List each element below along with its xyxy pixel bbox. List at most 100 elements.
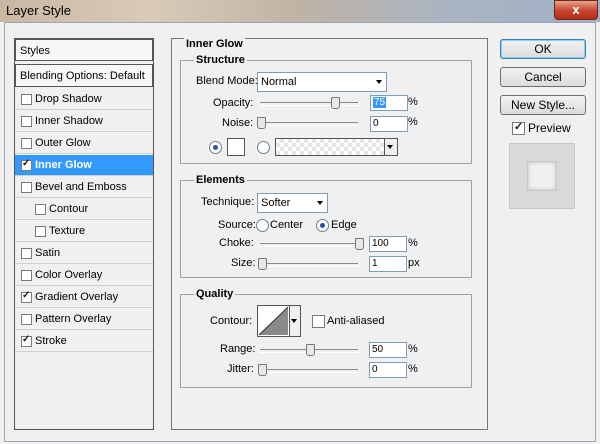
- noise-unit: %: [408, 116, 418, 128]
- style-item-satin[interactable]: Satin: [15, 243, 153, 264]
- quality-group: [180, 294, 472, 388]
- source-edge-label[interactable]: Edge: [331, 219, 357, 231]
- jitter-slider-track[interactable]: [260, 369, 358, 373]
- chevron-down-icon: [291, 319, 297, 323]
- range-slider-thumb[interactable]: [306, 344, 315, 356]
- noise-slider-track[interactable]: [260, 122, 358, 126]
- contour-picker[interactable]: [257, 305, 290, 337]
- cancel-button[interactable]: Cancel: [500, 67, 586, 87]
- blend-mode-select[interactable]: Normal: [257, 72, 387, 92]
- style-checkbox[interactable]: [21, 248, 32, 259]
- style-item-pattern-overlay[interactable]: Pattern Overlay: [15, 309, 153, 330]
- style-checkbox[interactable]: [21, 138, 32, 149]
- source-edge-radio[interactable]: [316, 219, 329, 232]
- style-item-color-overlay[interactable]: Color Overlay: [15, 265, 153, 286]
- opacity-slider-thumb[interactable]: [331, 97, 340, 109]
- styles-header-label: Styles: [20, 45, 50, 57]
- gradient-dropdown[interactable]: [384, 138, 398, 156]
- style-checkbox[interactable]: [21, 290, 32, 303]
- style-item-drop-shadow[interactable]: Drop Shadow: [15, 89, 153, 110]
- layer-style-dialog: Layer Style x Styles Blending Options: D…: [0, 0, 600, 444]
- size-slider-track[interactable]: [260, 263, 358, 267]
- structure-title: Structure: [194, 54, 247, 66]
- style-item-bevel-and-emboss[interactable]: Bevel and Emboss: [15, 177, 153, 198]
- jitter-input[interactable]: 0: [369, 362, 407, 378]
- chevron-down-icon: [376, 80, 382, 84]
- checkmark-icon: ✓: [514, 121, 524, 133]
- source-center-radio[interactable]: [256, 219, 269, 232]
- style-item-outer-glow[interactable]: Outer Glow: [15, 133, 153, 154]
- choke-unit: %: [408, 237, 418, 249]
- glow-color-swatch[interactable]: [227, 138, 245, 156]
- size-input[interactable]: 1: [369, 256, 407, 272]
- source-center-label[interactable]: Center: [270, 219, 303, 231]
- choke-slider-track[interactable]: [260, 243, 358, 247]
- style-item-inner-glow[interactable]: Inner Glow: [15, 155, 153, 176]
- blending-options-item[interactable]: Blending Options: Default: [15, 64, 153, 87]
- source-label: Source:: [218, 219, 256, 231]
- style-item-gradient-overlay[interactable]: Gradient Overlay: [15, 287, 153, 308]
- style-item-label: Texture: [49, 225, 86, 237]
- close-button[interactable]: x: [554, 0, 598, 20]
- noise-input[interactable]: 0: [370, 116, 408, 132]
- styles-list: Styles Blending Options: Default Drop Sh…: [14, 38, 154, 430]
- style-item-label: Pattern Overlay: [35, 313, 112, 325]
- jitter-label: Jitter:: [227, 363, 254, 375]
- style-item-inner-shadow[interactable]: Inner Shadow: [15, 111, 153, 132]
- size-label: Size:: [231, 257, 256, 269]
- opacity-input[interactable]: 75: [370, 95, 408, 111]
- style-item-label: Color Overlay: [35, 269, 103, 281]
- solid-color-radio[interactable]: [209, 141, 222, 154]
- preview-checkbox[interactable]: ✓: [512, 121, 525, 135]
- noise-label: Noise:: [222, 117, 254, 129]
- chevron-down-icon: [387, 145, 393, 149]
- choke-input[interactable]: 100: [369, 236, 407, 252]
- style-checkbox[interactable]: [21, 182, 32, 193]
- size-slider-thumb[interactable]: [258, 258, 267, 270]
- technique-select[interactable]: Softer: [257, 193, 328, 213]
- jitter-slider-thumb[interactable]: [258, 364, 267, 376]
- title-bar[interactable]: Layer Style x: [0, 0, 600, 22]
- style-item-label: Bevel and Emboss: [35, 181, 127, 193]
- style-checkbox[interactable]: [21, 270, 32, 281]
- new-style-button[interactable]: New Style...: [500, 95, 586, 115]
- gradient-swatch[interactable]: [275, 138, 385, 156]
- style-checkbox[interactable]: [21, 116, 32, 127]
- ok-button[interactable]: OK: [500, 39, 586, 59]
- style-checkbox[interactable]: [35, 226, 46, 237]
- preview-swatch: [527, 161, 557, 191]
- style-item-label: Outer Glow: [35, 137, 91, 149]
- quality-title: Quality: [194, 288, 236, 300]
- opacity-unit: %: [408, 96, 418, 108]
- contour-dropdown[interactable]: [289, 305, 301, 337]
- jitter-unit: %: [408, 363, 418, 375]
- style-preview-thumbnail: [509, 143, 575, 209]
- style-checkbox[interactable]: [21, 158, 32, 171]
- blend-mode-value: Normal: [261, 76, 297, 88]
- style-item-contour[interactable]: Contour: [15, 199, 153, 220]
- opacity-value: 75: [373, 97, 387, 108]
- style-checkbox[interactable]: [21, 94, 32, 105]
- linear-contour-icon: [258, 306, 289, 336]
- style-item-texture[interactable]: Texture: [15, 221, 153, 242]
- style-item-stroke[interactable]: Stroke: [15, 331, 153, 352]
- style-checkbox[interactable]: [21, 334, 32, 347]
- noise-slider-thumb[interactable]: [257, 117, 266, 129]
- gradient-radio[interactable]: [257, 141, 270, 154]
- opacity-slider-track[interactable]: [260, 102, 358, 106]
- elements-title: Elements: [194, 174, 247, 186]
- blending-options-label: Blending Options: Default: [20, 70, 145, 82]
- choke-slider-thumb[interactable]: [355, 238, 364, 250]
- panel-title: Inner Glow: [184, 38, 245, 50]
- style-item-label: Gradient Overlay: [35, 291, 119, 303]
- anti-aliased-label[interactable]: Anti-aliased: [327, 315, 384, 327]
- style-item-label: Inner Glow: [35, 159, 92, 171]
- styles-header[interactable]: Styles: [15, 39, 153, 61]
- style-checkbox[interactable]: [35, 204, 46, 215]
- style-checkbox[interactable]: [21, 314, 32, 325]
- range-label: Range:: [220, 343, 256, 355]
- range-input[interactable]: 50: [369, 342, 407, 358]
- preview-label[interactable]: Preview: [528, 121, 571, 135]
- choke-label: Choke:: [219, 237, 254, 249]
- anti-aliased-checkbox[interactable]: [312, 315, 325, 328]
